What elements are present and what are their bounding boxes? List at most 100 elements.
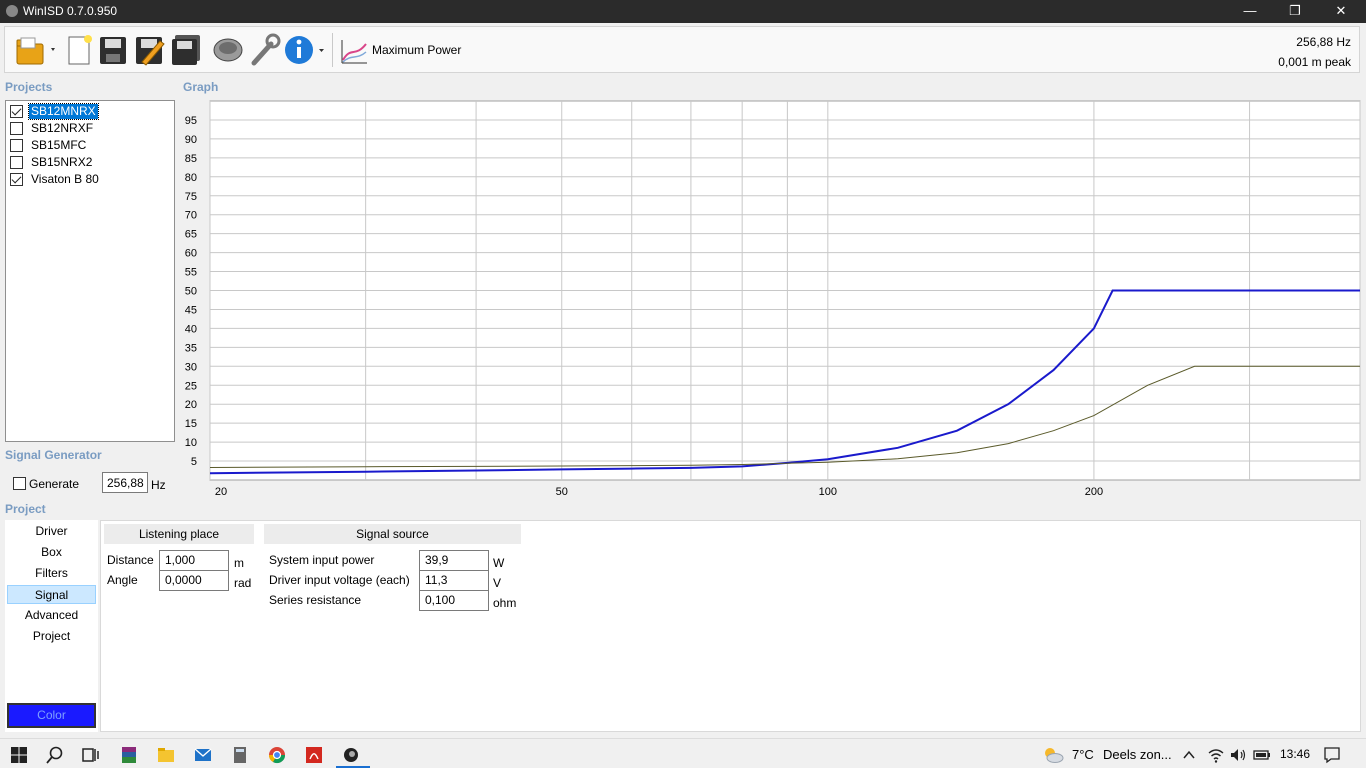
project-checkbox[interactable] (10, 139, 23, 152)
angle-field[interactable]: 0,0000 (159, 570, 229, 591)
wifi-icon[interactable] (1207, 746, 1225, 764)
restore-button[interactable]: ❐ (1272, 0, 1318, 23)
project-checkbox[interactable] (10, 173, 23, 186)
tools-icon[interactable] (247, 32, 281, 68)
frequency-unit: Hz (151, 478, 166, 492)
task-view-icon[interactable] (81, 746, 99, 764)
project-item[interactable]: SB12NRXF (8, 120, 174, 137)
new-project-icon[interactable] (63, 32, 95, 68)
y-tick-label: 35 (185, 342, 197, 354)
y-tick-label: 75 (185, 191, 197, 203)
y-tick-label: 30 (185, 361, 197, 373)
y-tick-label: 70 (185, 210, 197, 222)
frequency-input[interactable] (102, 472, 148, 493)
distance-field[interactable]: 1,000 (159, 550, 229, 571)
system-input-power-field[interactable]: 39,9 (419, 550, 489, 571)
open-folder-icon[interactable] (13, 32, 59, 68)
windows-start-icon[interactable] (10, 746, 28, 764)
project-name[interactable]: SB12MNRX (28, 103, 99, 120)
y-tick-label: 20 (185, 399, 197, 411)
weather-icon[interactable] (1042, 746, 1064, 764)
series-resistance-label: Series resistance (269, 593, 362, 607)
power-unit: W (493, 556, 505, 570)
project-checkbox[interactable] (10, 105, 23, 118)
resistance-unit: ohm (493, 596, 517, 610)
projects-list[interactable]: SB12MNRX SB12NRXF SB15MFC SB15NRX2 Visat… (5, 100, 175, 442)
signal-generator-label: Signal Generator (5, 448, 102, 462)
save-all-icon[interactable] (169, 32, 203, 68)
driver-input-voltage-label: Driver input voltage (each) (269, 573, 410, 587)
project-name[interactable]: SB12NRXF (29, 121, 95, 136)
nav-project[interactable]: Project (7, 627, 96, 646)
notifications-icon[interactable] (1323, 746, 1341, 764)
chevron-up-icon[interactable] (1182, 746, 1196, 764)
x-tick-label: 50 (556, 486, 568, 498)
volume-icon[interactable] (1229, 746, 1247, 764)
nav-box[interactable]: Box (7, 543, 96, 562)
pdf-reader-icon[interactable] (305, 746, 323, 764)
angle-unit: rad (234, 576, 252, 590)
toolbar: Maximum Power 256,88 Hz 0,001 m peak (4, 26, 1360, 73)
clock-time[interactable]: 13:46 (1280, 747, 1310, 761)
max-power-chart[interactable]: 95 90 85 80 75 70 65 60 55 50 45 40 35 30 25 20 15 10 5 20 5… (178, 95, 1366, 500)
signal-panel: Listening place Distance 1,000 m Angle 0… (100, 520, 1361, 732)
x-tick-label: 100 (819, 486, 837, 498)
winrar-icon[interactable] (120, 746, 138, 764)
project-item[interactable]: SB15NRX2 (8, 154, 174, 171)
driver-input-voltage-field[interactable]: 11,3 (419, 570, 489, 591)
x-tick-label: 20 (215, 486, 227, 498)
project-item[interactable]: Visaton B 80 (8, 171, 174, 188)
project-item[interactable]: SB15MFC (8, 137, 174, 154)
y-tick-label: 25 (185, 380, 197, 392)
info-icon[interactable] (283, 32, 327, 68)
project-name[interactable]: SB15MFC (29, 138, 88, 153)
project-nav: Driver Box Filters Signal Advanced Proje… (5, 520, 98, 732)
save-icon[interactable] (97, 32, 129, 68)
y-tick-label: 55 (185, 267, 197, 279)
y-tick-label: 10 (185, 437, 197, 449)
search-icon[interactable] (46, 746, 64, 764)
project-name[interactable]: Visaton B 80 (29, 172, 101, 187)
save-edit-icon[interactable] (133, 32, 167, 68)
toolbar-separator (332, 33, 333, 67)
weather-temperature[interactable]: 7°C (1072, 747, 1094, 762)
generate-checkbox[interactable] (13, 477, 26, 490)
nav-filters[interactable]: Filters (7, 564, 96, 583)
y-tick-label: 5 (191, 456, 197, 468)
minimize-button[interactable]: — (1227, 0, 1273, 23)
y-tick-label: 40 (185, 323, 197, 335)
y-tick-label: 45 (185, 304, 197, 316)
graph-type-label[interactable]: Maximum Power (372, 43, 461, 57)
battery-icon[interactable] (1253, 746, 1271, 764)
project-section-label: Project (5, 502, 46, 516)
y-tick-label: 65 (185, 229, 197, 241)
project-checkbox[interactable] (10, 122, 23, 135)
chrome-icon[interactable] (268, 746, 286, 764)
distance-unit: m (234, 556, 244, 570)
weather-description[interactable]: Deels zon... (1103, 747, 1172, 762)
mail-icon[interactable] (194, 746, 212, 764)
voltage-unit: V (493, 576, 502, 590)
graph-type-icon[interactable] (339, 32, 369, 68)
generate-label[interactable]: Generate (29, 477, 79, 491)
y-tick-label: 95 (185, 115, 197, 127)
file-explorer-icon[interactable] (157, 746, 175, 764)
projects-label: Projects (5, 80, 53, 94)
project-item[interactable]: SB12MNRX (8, 103, 174, 120)
distance-label: Distance (107, 553, 154, 567)
project-checkbox[interactable] (10, 156, 23, 169)
y-tick-label: 85 (185, 153, 197, 165)
graph-area[interactable]: 95 90 85 80 75 70 65 60 55 50 45 40 35 30 25 20 15 10 5 20 5… (178, 95, 1366, 500)
nav-driver[interactable]: Driver (7, 522, 96, 541)
y-tick-label: 15 (185, 418, 197, 430)
y-tick-label: 50 (185, 286, 197, 298)
driver-icon[interactable] (211, 32, 245, 68)
project-name[interactable]: SB15NRX2 (29, 155, 94, 170)
nav-advanced[interactable]: Advanced (7, 606, 96, 625)
calculator-icon[interactable] (231, 746, 249, 764)
winisd-icon[interactable] (342, 746, 360, 764)
color-button[interactable]: Color (7, 703, 96, 728)
nav-signal[interactable]: Signal (7, 585, 96, 604)
series-resistance-field[interactable]: 0,100 (419, 590, 489, 611)
close-button[interactable]: ✕ (1318, 0, 1364, 23)
